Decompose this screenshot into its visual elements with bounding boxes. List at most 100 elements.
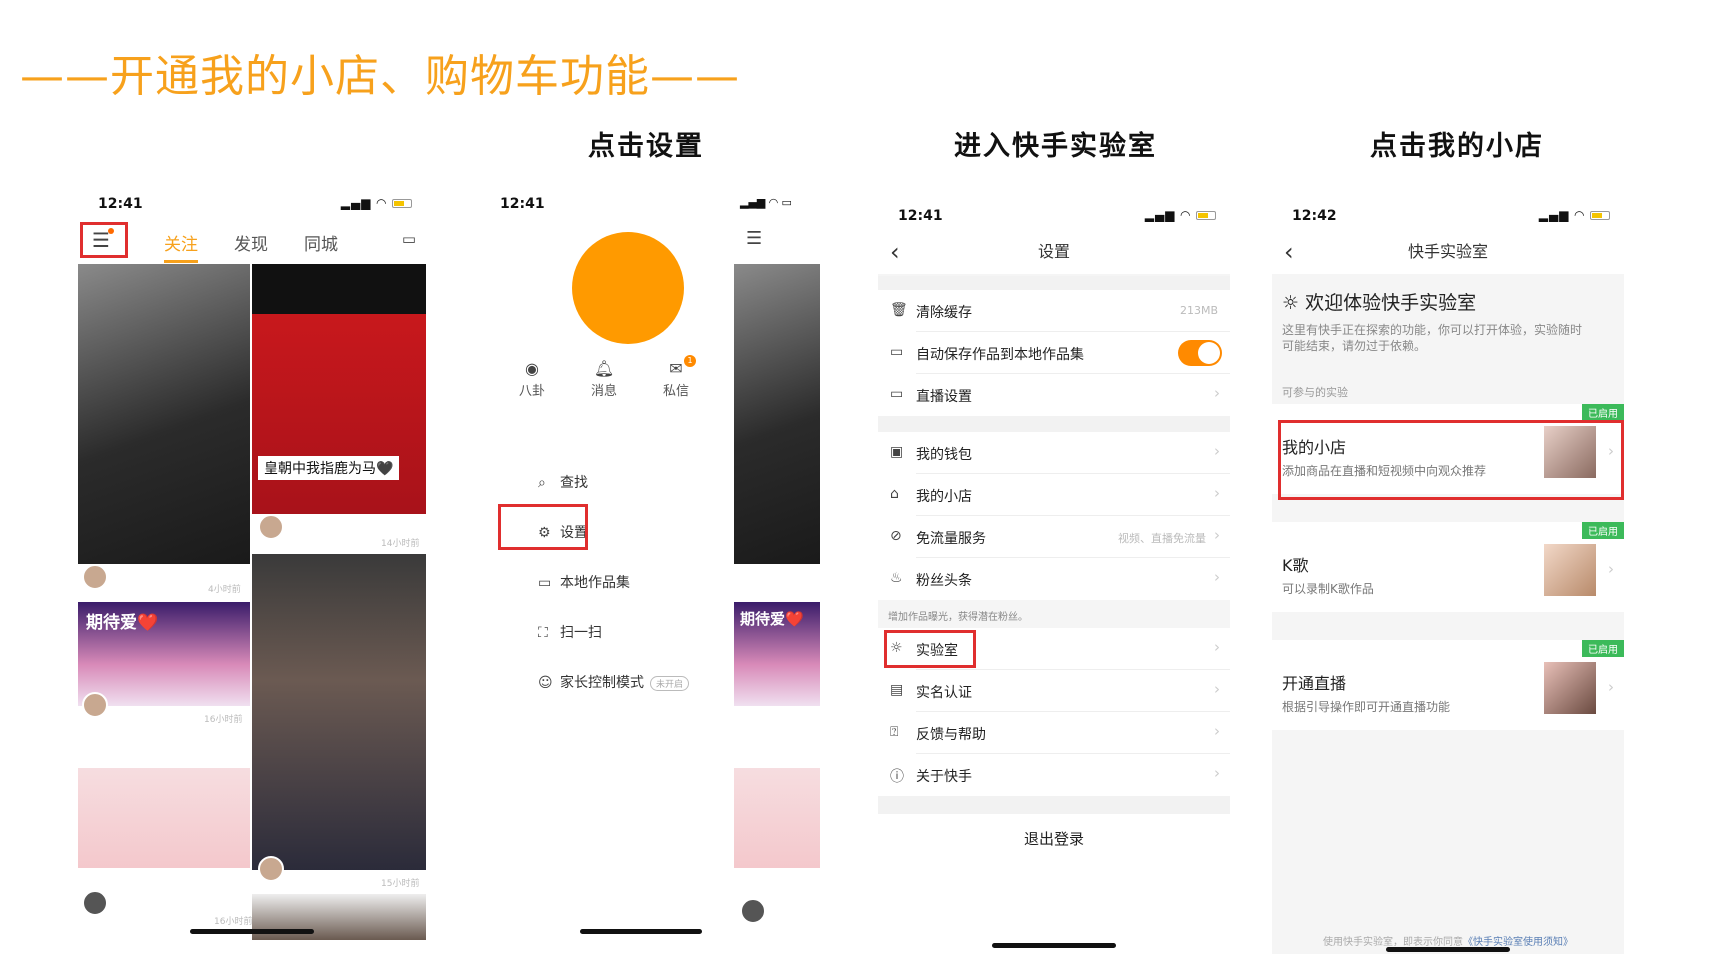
status-bar: 12:42 ▂▄▆ ◠ bbox=[1272, 196, 1624, 230]
nav-bar: ‹ 设置 bbox=[878, 230, 1230, 274]
status-pill: 未开启 bbox=[650, 675, 690, 691]
live-camera-icon[interactable]: ▭ bbox=[402, 230, 416, 248]
chevron-right-icon: › bbox=[1214, 442, 1220, 460]
feed-timestamp: 16小时前 bbox=[214, 917, 253, 927]
enabled-tag: 已启用 bbox=[1582, 640, 1624, 657]
quick-private-messages[interactable]: ✉ 1 私信 bbox=[646, 355, 706, 399]
back-arrow-icon[interactable]: ‹ bbox=[1284, 230, 1294, 274]
settings-row-live[interactable]: ▭ 直播设置 › bbox=[878, 374, 1230, 416]
quick-label: 消息 bbox=[590, 384, 617, 399]
feed-item-5[interactable] bbox=[78, 768, 250, 868]
settings-row-free-data[interactable]: ⊘ 免流量服务 视频、直播免流量 › bbox=[878, 516, 1230, 558]
feed-item-4[interactable] bbox=[252, 554, 426, 870]
experiment-open-live[interactable]: 已启用 开通直播 根据引导操作即可开通直播功能 › bbox=[1272, 640, 1624, 730]
author-avatar[interactable] bbox=[82, 564, 108, 590]
tab-nearby[interactable]: 同城 bbox=[304, 230, 338, 255]
experiment-karaoke[interactable]: 已启用 K歌 可以录制K歌作品 › bbox=[1272, 522, 1624, 612]
home-indicator bbox=[992, 943, 1116, 948]
row-label: 清除缓存 bbox=[916, 305, 972, 321]
settings-row-auto-save: ▭ 自动保存作品到本地作品集 bbox=[878, 332, 1230, 374]
quick-messages[interactable]: 🔔︎ 消息 bbox=[574, 359, 634, 399]
hamburger-menu-icon[interactable]: ☰ bbox=[746, 228, 762, 249]
author-avatar[interactable] bbox=[258, 514, 284, 540]
nav-bar: ‹ 快手实验室 bbox=[1272, 230, 1624, 274]
tab-discover[interactable]: 发现 bbox=[234, 230, 268, 255]
settings-row-feedback[interactable]: ⍰ 反馈与帮助 › bbox=[878, 712, 1230, 754]
divider bbox=[878, 796, 1230, 814]
search-icon: ⌕ bbox=[538, 475, 546, 491]
top-tabbar: ☰ 关注 发现 同城 ▭ bbox=[78, 218, 426, 264]
author-avatar bbox=[740, 898, 766, 924]
page-title: 设置 bbox=[1037, 242, 1070, 261]
row-label: 直播设置 bbox=[916, 389, 972, 405]
home-indicator bbox=[1386, 947, 1510, 952]
feed-item-1[interactable] bbox=[78, 264, 250, 564]
folder-icon: ▭ bbox=[538, 575, 552, 591]
page-headline: ——开通我的小店、购物车功能—— bbox=[20, 51, 740, 102]
wallet-icon: ▣ bbox=[890, 444, 904, 460]
logout-button[interactable]: 退出登录 bbox=[878, 828, 1230, 849]
battery-icon bbox=[1590, 211, 1610, 220]
author-avatar[interactable] bbox=[82, 692, 108, 718]
experiment-name: 开通直播 bbox=[1282, 674, 1347, 693]
settings-row-wallet[interactable]: ▣ 我的钱包 › bbox=[878, 432, 1230, 474]
lab-welcome: ☼ 欢迎体验快手实验室 bbox=[1282, 288, 1476, 315]
enabled-tag: 已启用 bbox=[1582, 404, 1624, 421]
tab-follow[interactable]: 关注 bbox=[164, 230, 198, 263]
folder-icon: ▭ bbox=[890, 344, 904, 360]
settings-row-fan-headline[interactable]: ♨ 粉丝头条 › bbox=[878, 558, 1230, 600]
menu-label: 本地作品集 bbox=[560, 575, 630, 591]
menu-item-parental-control[interactable]: ☺ 家长控制模式 未开启 bbox=[538, 672, 690, 692]
feed-timestamp: 16小时前 bbox=[204, 715, 243, 725]
chevron-right-icon: › bbox=[1214, 722, 1220, 740]
feed-thumbnail: 期待爱❤️ bbox=[734, 602, 820, 706]
phone-settings: 12:41 ▂▄▆ ◠ ‹ 设置 🗑︎ 清除缓存 213MB ▭ 自动保存作品到… bbox=[878, 196, 1230, 954]
chevron-right-icon: › bbox=[1214, 638, 1220, 656]
settings-row-my-shop[interactable]: ⌂ 我的小店 › bbox=[878, 474, 1230, 516]
quick-label: 八卦 bbox=[518, 384, 545, 399]
status-icons: ▂▄▆ ◠ bbox=[1539, 208, 1610, 222]
status-time: 12:41 bbox=[898, 208, 943, 224]
chevron-right-icon: › bbox=[1214, 526, 1220, 544]
menu-item-local-works[interactable]: ▭ 本地作品集 bbox=[538, 572, 630, 592]
chevron-right-icon: › bbox=[1214, 568, 1220, 586]
highlight-menu-button bbox=[80, 222, 128, 258]
feed-timestamp: 14小时前 bbox=[381, 539, 420, 549]
status-icons: ▂▄▆ ◠ bbox=[341, 196, 412, 210]
eye-icon: ◉ bbox=[525, 359, 539, 378]
author-avatar[interactable] bbox=[82, 890, 108, 916]
settings-row-about[interactable]: ⓘ 关于快手 › bbox=[878, 754, 1230, 796]
caption-step-2: 进入快手实验室 bbox=[954, 131, 1157, 162]
settings-row-clear-cache[interactable]: 🗑︎ 清除缓存 213MB bbox=[878, 290, 1230, 332]
row-label: 反馈与帮助 bbox=[916, 727, 986, 743]
row-value: 视频、直播免流量 bbox=[1118, 532, 1206, 545]
quick-gossip[interactable]: ◉ 八卦 bbox=[502, 359, 562, 399]
video-subtitle: 皇朝中我指鹿为马🖤 bbox=[258, 456, 400, 480]
feed-timestamp: 4小时前 bbox=[208, 585, 241, 595]
feed-item-2[interactable]: 皇朝中我指鹿为马🖤 bbox=[252, 264, 426, 514]
status-time: 12:41 bbox=[500, 196, 545, 212]
divider bbox=[878, 276, 1230, 290]
video-tag: 期待爱❤️ bbox=[86, 613, 159, 633]
unread-badge: 1 bbox=[684, 355, 696, 367]
help-icon: ⍰ bbox=[890, 724, 899, 740]
status-bar: 12:41 ▂▄▆ ◠ bbox=[78, 184, 426, 218]
experiment-desc: 根据引导操作即可开通直播功能 bbox=[1282, 700, 1451, 714]
row-value: 213MB bbox=[1179, 304, 1218, 317]
scan-icon: ⛶ bbox=[538, 625, 548, 641]
menu-item-search[interactable]: ⌕ 查找 bbox=[538, 472, 588, 492]
chevron-right-icon: › bbox=[1608, 678, 1614, 696]
user-avatar[interactable] bbox=[572, 232, 684, 344]
settings-row-verification[interactable]: ▤ 实名认证 › bbox=[878, 670, 1230, 712]
phone-side-drawer: 12:41 ◉ 八卦 🔔︎ 消息 ✉ 1 私信 ⌕ 查找 ⚙ 设置 ▭ 本地作品集 ⛶ 扫… bbox=[480, 184, 820, 940]
menu-item-scan[interactable]: ⛶ 扫一扫 bbox=[538, 622, 602, 642]
auto-save-toggle[interactable] bbox=[1178, 340, 1222, 366]
back-arrow-icon[interactable]: ‹ bbox=[890, 230, 900, 274]
welcome-text: 欢迎体验快手实验室 bbox=[1305, 292, 1477, 314]
live-icon: ▭ bbox=[890, 386, 904, 402]
menu-label: 扫一扫 bbox=[560, 625, 602, 641]
feed-item-3[interactable]: 期待爱❤️ bbox=[78, 602, 250, 706]
divider bbox=[878, 416, 1230, 432]
feed-thumbnail bbox=[734, 264, 820, 564]
author-avatar[interactable] bbox=[258, 856, 284, 882]
